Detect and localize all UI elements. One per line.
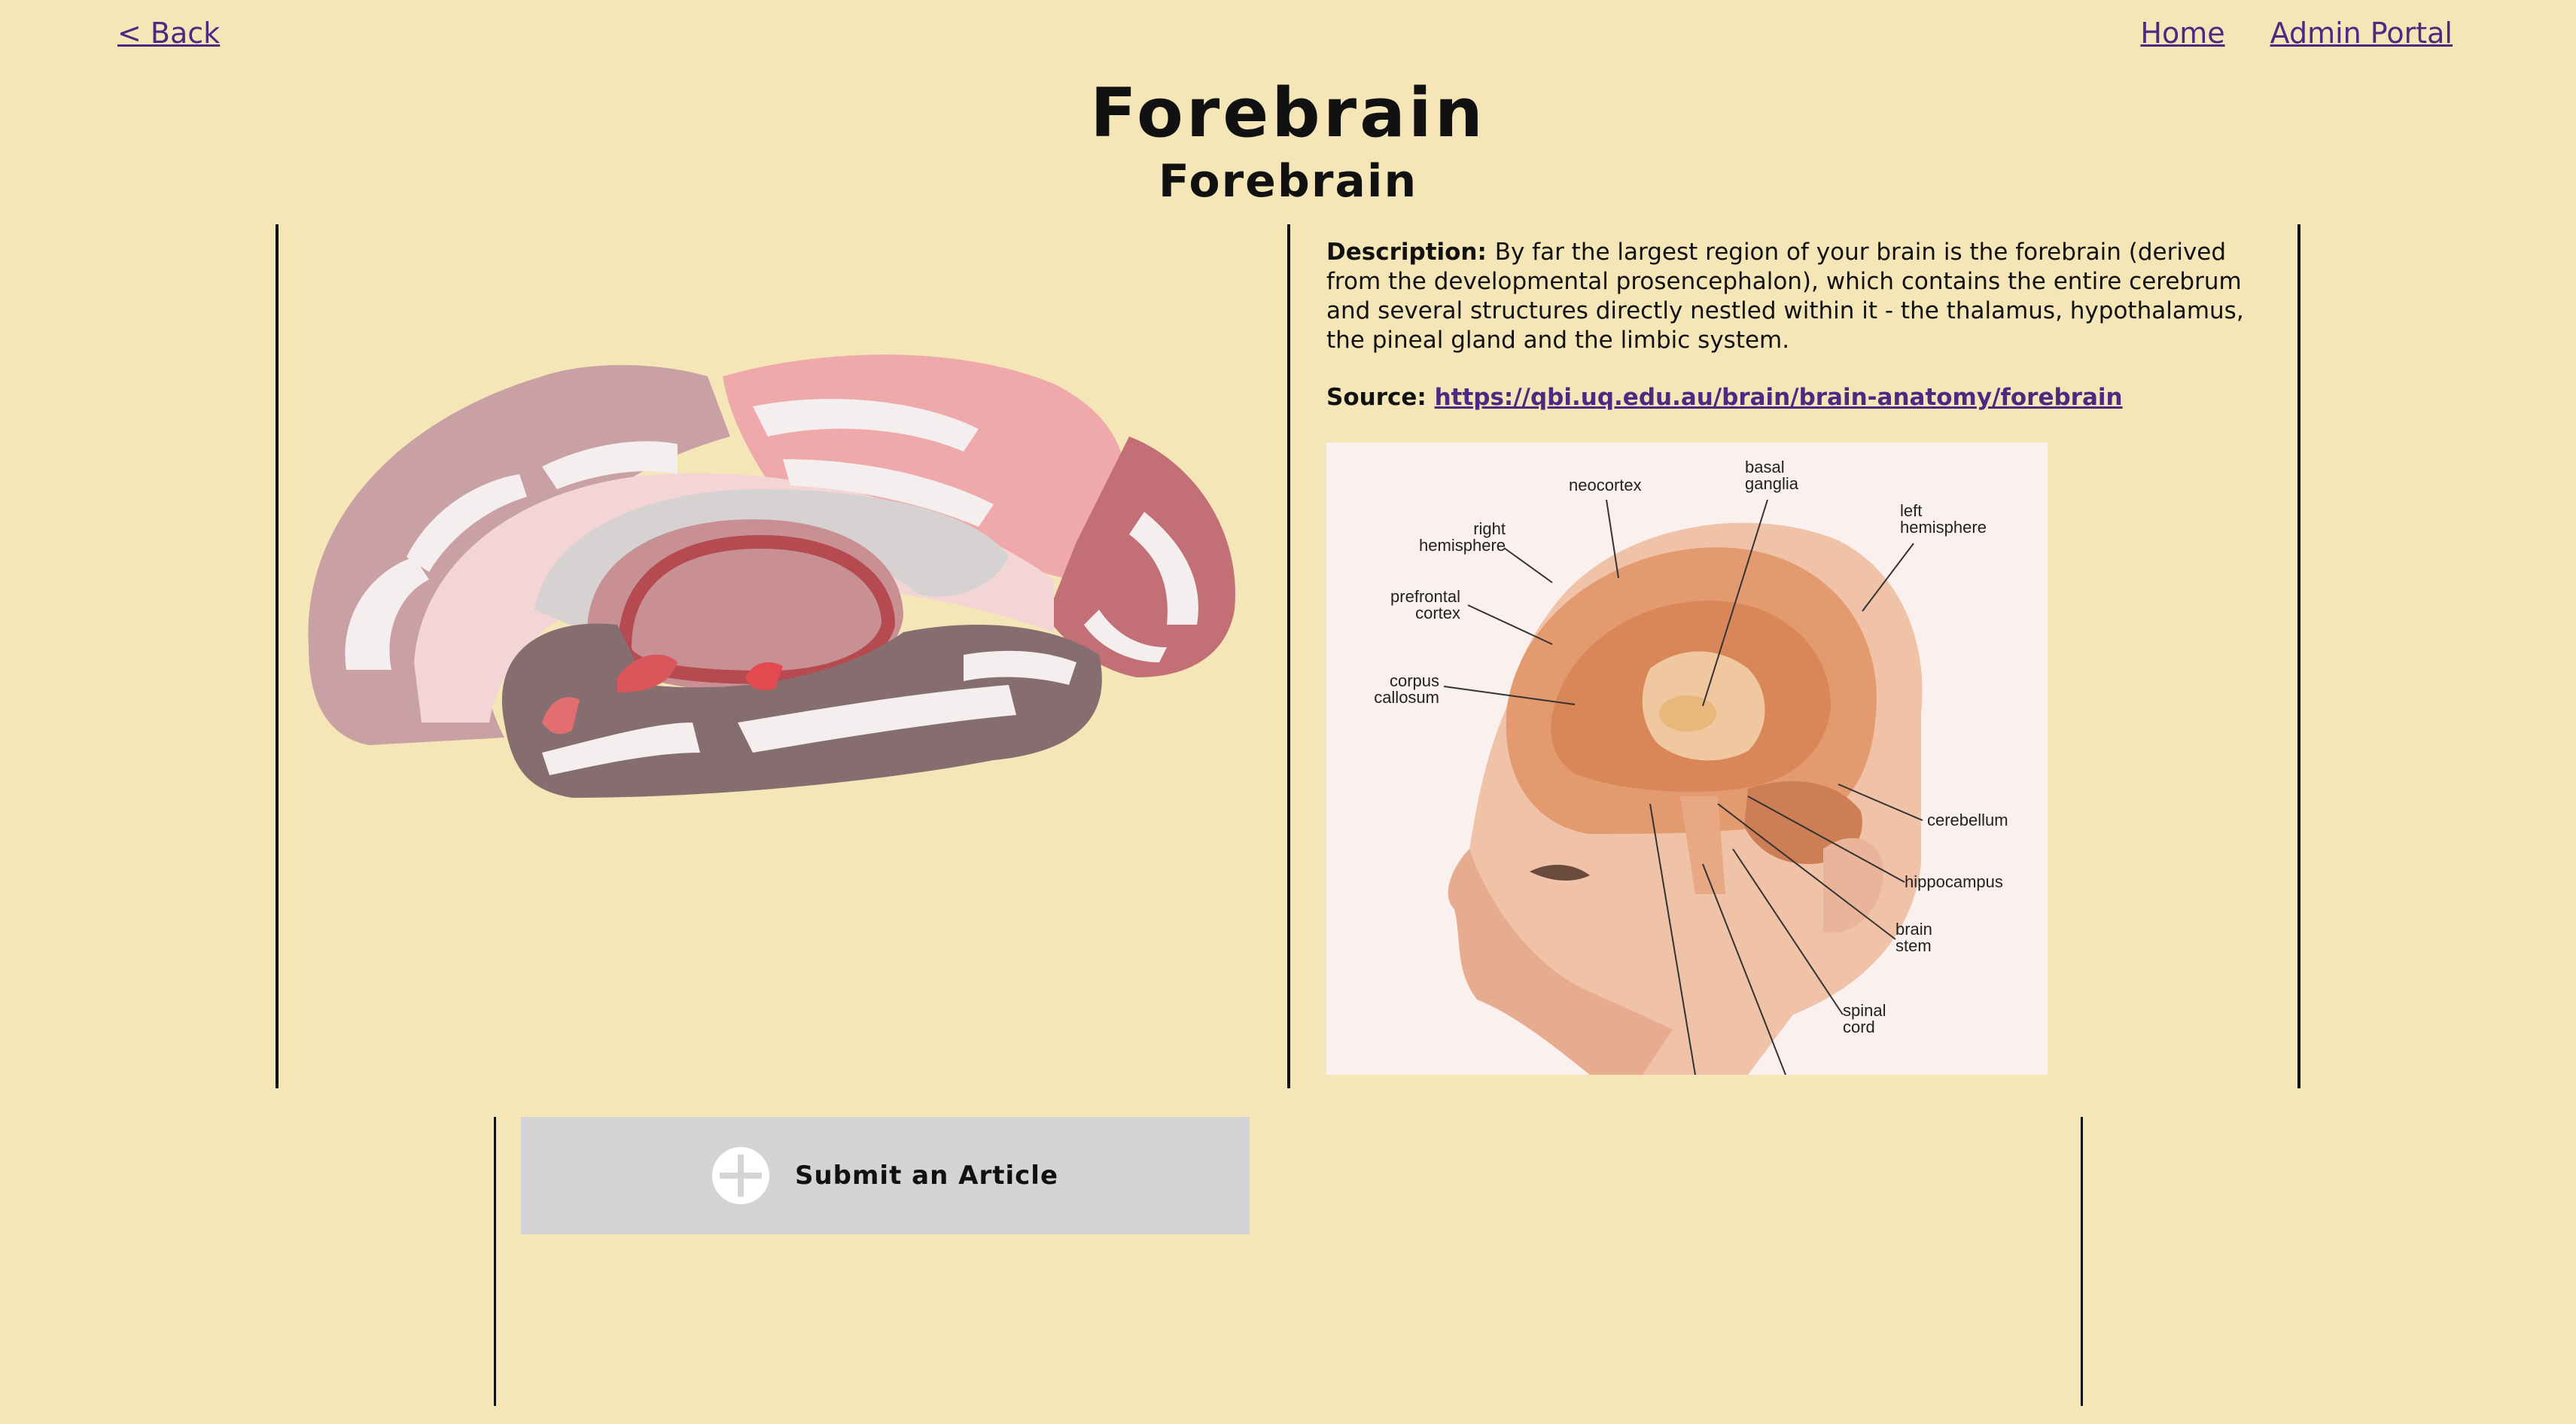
- label-cerebellum: cerebellum: [1927, 811, 2008, 829]
- plus-circle-icon: [711, 1147, 769, 1204]
- label-left-hem-2: hemisphere: [1900, 518, 1987, 537]
- label-basal-2: ganglia: [1745, 474, 1799, 493]
- divider-right: [2297, 224, 2300, 1088]
- description-label: Description:: [1326, 239, 1487, 266]
- submit-article-label: Submit an Article: [794, 1161, 1059, 1191]
- divider-lower-right: [2081, 1117, 2083, 1406]
- label-brainstem-2: stem: [1895, 936, 1932, 955]
- brain-illustration: [308, 354, 1235, 798]
- label-spinal-2: cord: [1843, 1018, 1875, 1036]
- source-link[interactable]: https://qbi.uq.edu.au/brain/brain-anatom…: [1435, 384, 2123, 411]
- submit-article-button[interactable]: Submit an Article: [521, 1117, 1250, 1234]
- anatomy-illustration: neocortex basal ganglia left hemisphere …: [1326, 443, 2048, 1075]
- home-link[interactable]: Home: [2140, 17, 2224, 50]
- label-corpus-2: callosum: [1374, 688, 1439, 707]
- divider-lower-left: [494, 1117, 496, 1406]
- divider-center: [1287, 224, 1290, 1088]
- label-neocortex: neocortex: [1569, 476, 1642, 494]
- article-description: Description: By far the largest region o…: [1326, 238, 2252, 355]
- back-link[interactable]: < Back: [117, 17, 220, 50]
- divider-left: [276, 224, 279, 1088]
- article-source: Source: https://qbi.uq.edu.au/brain/brai…: [1326, 384, 2123, 411]
- source-label: Source:: [1326, 384, 1427, 411]
- page-subtitle: Forebrain: [1158, 155, 1418, 208]
- page-title: Forebrain: [1090, 74, 1486, 153]
- admin-portal-link[interactable]: Admin Portal: [2270, 17, 2453, 50]
- label-right-hem-2: hemisphere: [1419, 536, 1506, 555]
- label-prefrontal-2: cortex: [1415, 604, 1460, 622]
- label-hippocampus: hippocampus: [1905, 872, 2003, 891]
- top-nav: Home Admin Portal: [2140, 17, 2453, 50]
